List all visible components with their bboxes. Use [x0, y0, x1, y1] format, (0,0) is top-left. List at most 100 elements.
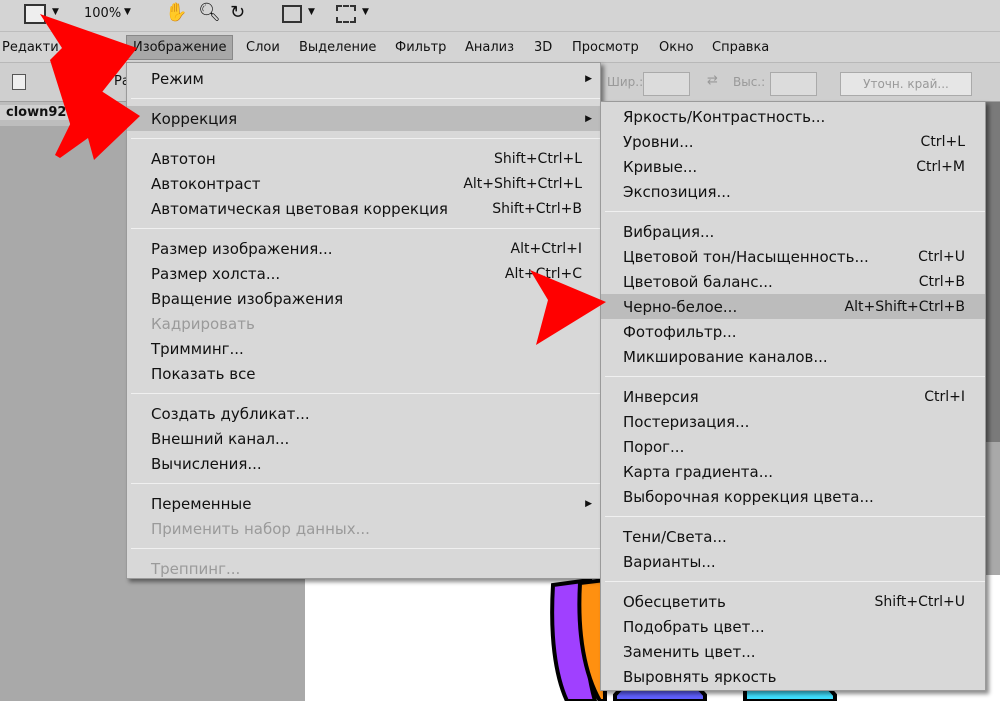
chevron-down-icon[interactable]: ▼ — [124, 7, 131, 17]
submenu-arrow-icon: ▶ — [585, 498, 592, 509]
menu-item: Треппинг... — [127, 556, 600, 581]
menu-item[interactable]: Цветовой тон/Насыщенность... Ctrl+U — [601, 244, 985, 269]
menu-item[interactable]: Выборочная коррекция цвета... — [601, 484, 985, 509]
menu-item[interactable]: Карта градиента... — [601, 459, 985, 484]
menu-edit[interactable]: Редакти — [0, 38, 63, 57]
menu-item[interactable]: Переменные ▶ — [127, 491, 600, 516]
menu-separator — [601, 574, 985, 589]
width-input[interactable] — [643, 72, 690, 96]
menu-layers[interactable]: Слои — [242, 38, 284, 57]
menu-item[interactable]: Размер холста... Alt+Ctrl+C — [127, 261, 600, 286]
divider — [605, 211, 985, 212]
chevron-down-icon[interactable]: ▼ — [362, 7, 369, 17]
screen-mode-icon[interactable] — [24, 4, 46, 24]
menu-item[interactable]: Черно-белое... Alt+Shift+Ctrl+B — [601, 294, 985, 319]
menu-item[interactable]: Вращение изображения ▶ — [127, 286, 600, 311]
menu-item[interactable]: Экспозиция... — [601, 179, 985, 204]
menu-item[interactable]: Коррекция ▶ — [127, 106, 600, 131]
menu-item[interactable]: Постеризация... — [601, 409, 985, 434]
swap-icon[interactable]: ⇄ — [707, 73, 718, 88]
menu-view[interactable]: Просмотр — [568, 38, 643, 57]
hand-tool-icon[interactable]: ✋ — [165, 2, 187, 23]
image-menu: Режим ▶ Коррекция ▶ Автотон Shift+Ctrl+L Авток… — [126, 62, 601, 579]
divider — [131, 228, 600, 229]
menu-item[interactable]: Варианты... — [601, 549, 985, 574]
menu-item[interactable]: Размер изображения... Alt+Ctrl+I — [127, 236, 600, 261]
menu-item-shortcut: Alt+Ctrl+C — [504, 265, 582, 282]
menu-separator — [127, 541, 600, 556]
menu-window[interactable]: Окно — [655, 38, 698, 57]
menu-item-label: Цветовой баланс... — [623, 272, 773, 291]
menu-item[interactable]: Микширование каналов... — [601, 344, 985, 369]
menu-item-label: Обесцветить — [623, 592, 726, 611]
selection-mode-icon[interactable] — [75, 74, 89, 90]
menu-item-shortcut: Alt+Shift+Ctrl+L — [463, 175, 582, 192]
chevron-down-icon[interactable]: ▼ — [308, 7, 315, 17]
menu-separator — [601, 369, 985, 384]
menu-analysis[interactable]: Анализ — [461, 38, 518, 57]
menu-item[interactable]: Автотон Shift+Ctrl+L — [127, 146, 600, 171]
menu-item[interactable]: Кривые... Ctrl+M — [601, 154, 985, 179]
arrange-documents-icon[interactable] — [282, 5, 302, 23]
menu-item[interactable]: Порог... — [601, 434, 985, 459]
menu-item[interactable]: Цветовой баланс... Ctrl+B — [601, 269, 985, 294]
menu-filter[interactable]: Фильтр — [391, 38, 450, 57]
menu-bar: Редакти Изображение Слои Выделение Фильт… — [0, 32, 1000, 62]
refine-edge-button[interactable]: Уточн. край... — [840, 72, 972, 96]
menu-item: Кадрировать — [127, 311, 600, 336]
menu-item[interactable]: Режим ▶ — [127, 66, 600, 91]
menu-item[interactable]: Вычисления... — [127, 451, 600, 476]
menu-item[interactable]: Выровнять яркость — [601, 664, 985, 689]
menu-item-label: Автоматическая цветовая коррекция — [151, 199, 448, 218]
menu-item[interactable]: Яркость/Контрастность... — [601, 104, 985, 129]
menu-item-label: Вычисления... — [151, 454, 262, 473]
divider — [605, 516, 985, 517]
menu-item[interactable]: Заменить цвет... — [601, 639, 985, 664]
menu-item-label: Кадрировать — [151, 314, 255, 333]
menu-item[interactable]: Уровни... Ctrl+L — [601, 129, 985, 154]
rotate-view-icon[interactable]: ↻ — [230, 2, 245, 23]
menu-item[interactable]: Вибрация... — [601, 219, 985, 244]
divider — [131, 98, 600, 99]
height-label: Выс.: — [733, 75, 766, 89]
menu-separator — [127, 221, 600, 236]
menu-item[interactable]: Обесцветить Shift+Ctrl+U — [601, 589, 985, 614]
menu-item-label: Вращение изображения — [151, 289, 344, 308]
menu-item-label: Показать все — [151, 364, 256, 383]
menu-item-label: Применить набор данных... — [151, 519, 370, 538]
menu-item-label: Уровни... — [623, 132, 694, 151]
menu-item[interactable]: Фотофильтр... — [601, 319, 985, 344]
screen-mode-icon[interactable] — [336, 5, 356, 23]
height-input[interactable] — [770, 72, 817, 96]
menu-item-label: Автоконтраст — [151, 174, 261, 193]
menu-select[interactable]: Выделение — [295, 38, 380, 57]
menu-image[interactable]: Изображение — [126, 35, 234, 60]
menu-item[interactable]: Автоконтраст Alt+Shift+Ctrl+L — [127, 171, 600, 196]
document-tab[interactable]: clown92.j — [0, 105, 82, 120]
menu-3d[interactable]: 3D — [530, 38, 556, 57]
divider — [605, 376, 985, 377]
menu-item-label: Цветовой тон/Насыщенность... — [623, 247, 869, 266]
chevron-down-icon[interactable]: ▼ — [52, 7, 59, 17]
menu-item-label: Переменные — [151, 494, 252, 513]
menu-item-label: Фотофильтр... — [623, 322, 737, 341]
menu-item[interactable]: Создать дубликат... — [127, 401, 600, 426]
menu-item[interactable]: Инверсия Ctrl+I — [601, 384, 985, 409]
menu-item[interactable]: Внешний канал... — [127, 426, 600, 451]
menu-help[interactable]: Справка — [708, 38, 773, 57]
menu-item[interactable]: Тени/Света... — [601, 524, 985, 549]
menu-item-label: Коррекция — [151, 109, 238, 128]
menu-item[interactable]: Подобрать цвет... — [601, 614, 985, 639]
selection-mode-icon[interactable] — [12, 74, 26, 90]
menu-item[interactable]: Показать все — [127, 361, 600, 386]
menu-item-label: Выборочная коррекция цвета... — [623, 487, 874, 506]
menu-item[interactable]: Автоматическая цветовая коррекция Shift+C… — [127, 196, 600, 221]
menu-item-shortcut: Ctrl+B — [918, 273, 965, 290]
menu-item-shortcut: Shift+Ctrl+L — [494, 150, 582, 167]
menu-item-shortcut: Ctrl+U — [918, 248, 965, 265]
menu-item[interactable]: Тримминг... — [127, 336, 600, 361]
width-label: Шир.: — [607, 75, 644, 89]
submenu-arrow-icon: ▶ — [585, 293, 592, 304]
zoom-level[interactable]: 100% — [84, 6, 121, 21]
zoom-tool-icon[interactable]: 🔍︎ — [198, 2, 221, 23]
